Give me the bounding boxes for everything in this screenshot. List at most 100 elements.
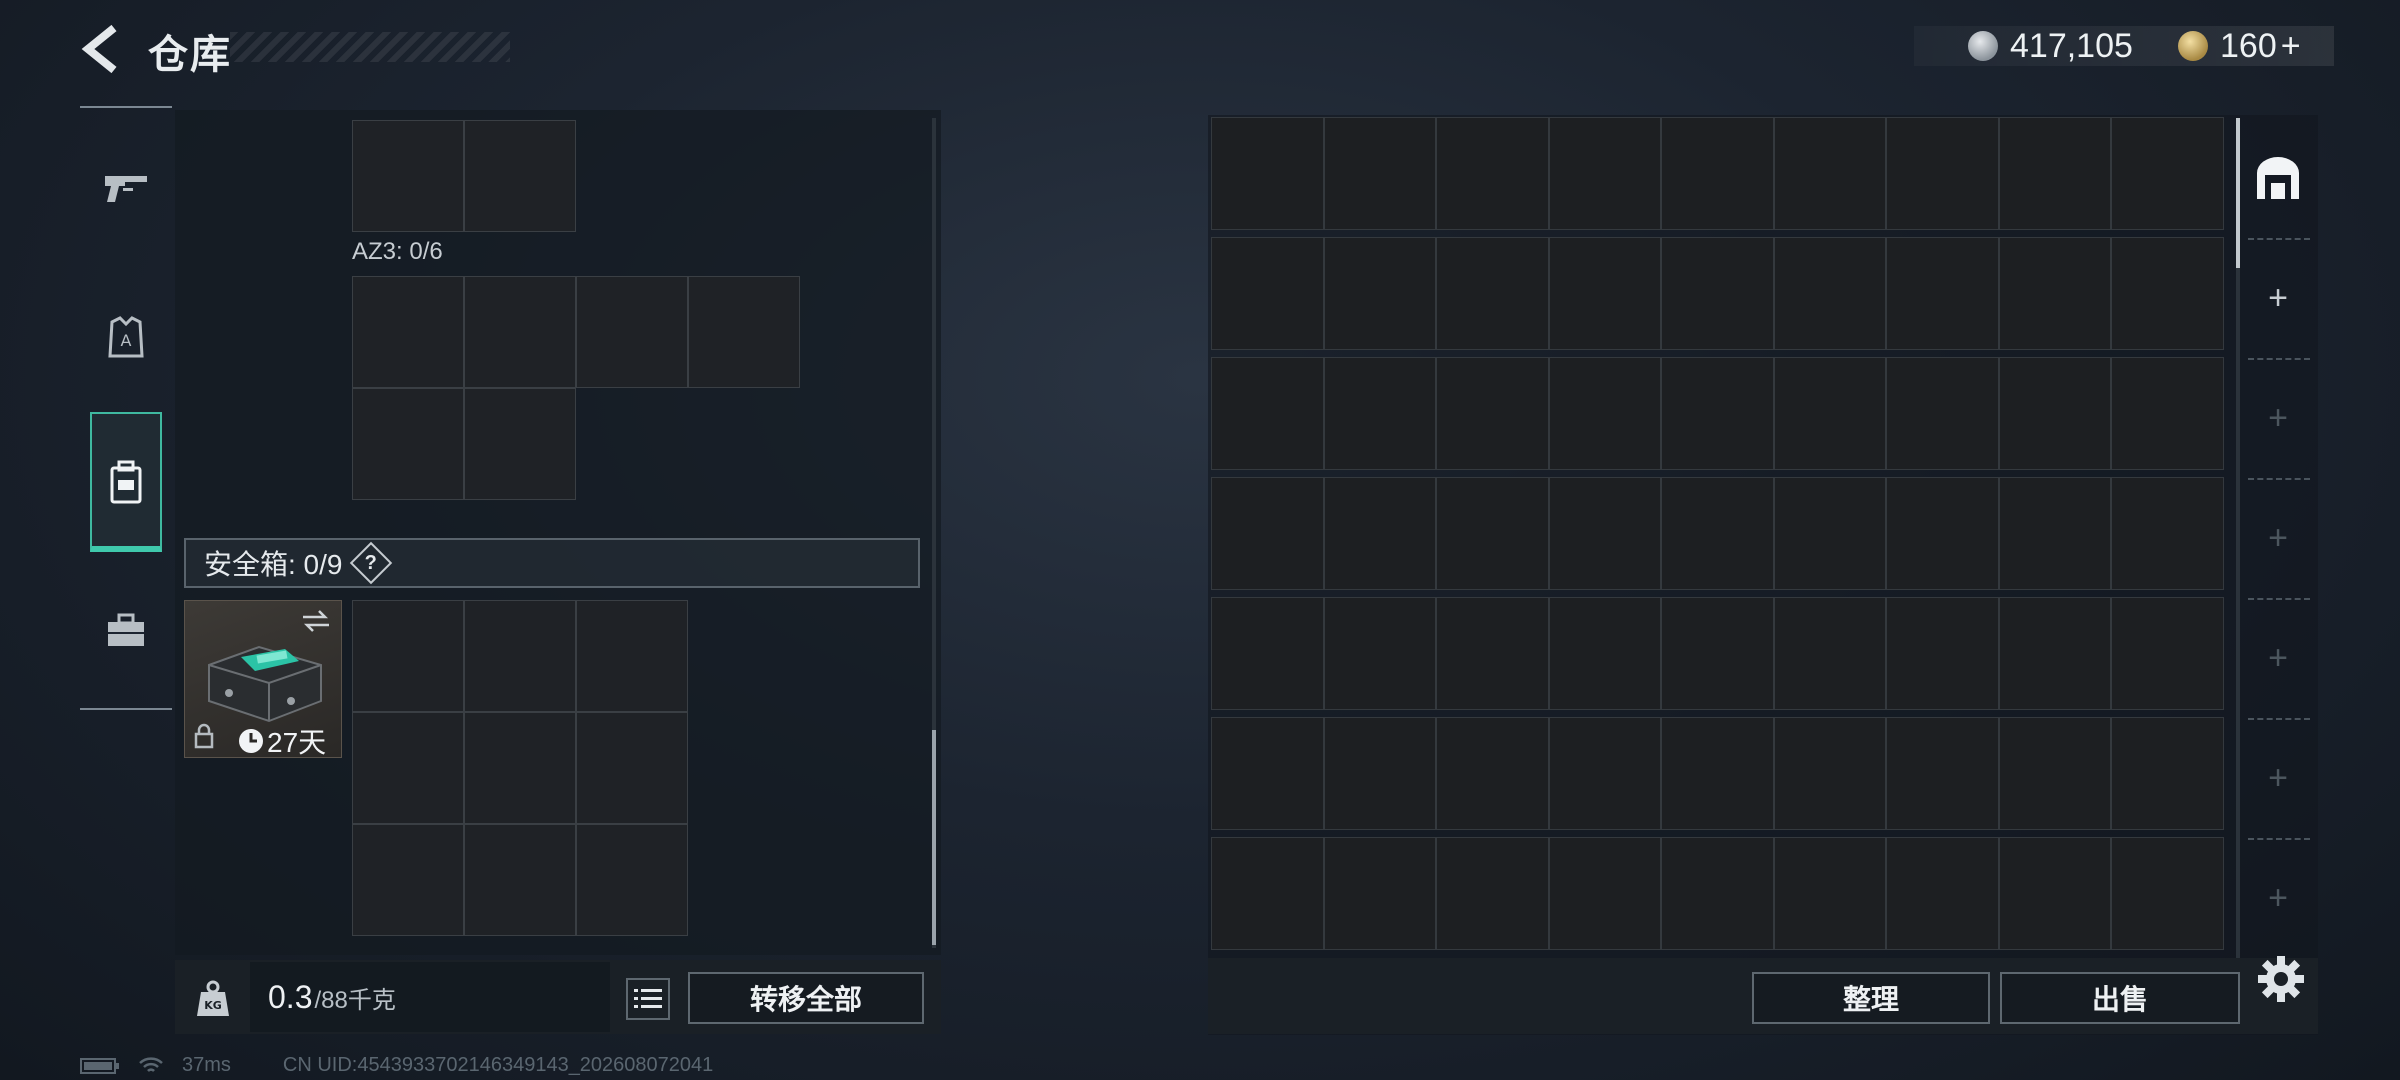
grid-cell[interactable]: [352, 712, 464, 824]
stash-grid-cell[interactable]: [2111, 237, 2224, 350]
stash-grid-cell[interactable]: [2111, 837, 2224, 950]
stash-grid-cell[interactable]: [1886, 717, 1999, 830]
stash-grid-cell[interactable]: [1548, 837, 1661, 950]
stash-grid-cell[interactable]: [1548, 717, 1661, 830]
warehouse-icon: [2257, 157, 2299, 199]
stash-grid-cell[interactable]: [1886, 837, 1999, 950]
stash-grid-cell[interactable]: [1773, 837, 1886, 950]
stash-grid-cell[interactable]: [1998, 477, 2111, 590]
nav-weapon-tab[interactable]: [90, 148, 162, 228]
transfer-all-button[interactable]: 转移全部: [688, 972, 924, 1024]
stash-grid-cell[interactable]: [1773, 237, 1886, 350]
stash-grid-cell[interactable]: [2111, 117, 2224, 230]
stash-grid-cell[interactable]: [1998, 837, 2111, 950]
stash-grid-cell[interactable]: [1323, 717, 1436, 830]
stash-grid-cell[interactable]: [2111, 597, 2224, 710]
stash-grid-cell[interactable]: [1548, 477, 1661, 590]
sort-button[interactable]: 整理: [1752, 972, 1990, 1024]
stash-grid-cell[interactable]: [1323, 477, 1436, 590]
stash-grid-cell[interactable]: [1886, 357, 1999, 470]
stash-grid-cell[interactable]: [1211, 597, 1324, 710]
grid-cell[interactable]: [464, 388, 576, 500]
stash-grid-cell[interactable]: [1323, 237, 1436, 350]
stash-grid-cell[interactable]: [1886, 597, 1999, 710]
nav-case-tab[interactable]: [90, 590, 162, 670]
stash-grid-cell[interactable]: [1661, 357, 1774, 470]
stash-grid-cell[interactable]: [1323, 357, 1436, 470]
stash-grid-cell[interactable]: [1323, 597, 1436, 710]
stash-page-tab-main[interactable]: [2245, 138, 2311, 218]
nav-armor-tab[interactable]: A: [90, 298, 162, 378]
stash-grid-cell[interactable]: [1661, 837, 1774, 950]
stash-grid-cell[interactable]: [1548, 237, 1661, 350]
stash-grid-cell[interactable]: [1211, 477, 1324, 590]
back-button[interactable]: [78, 22, 122, 76]
stash-grid-cell[interactable]: [1998, 717, 2111, 830]
grid-cell[interactable]: [464, 824, 576, 936]
stash-grid-cell[interactable]: [1211, 117, 1324, 230]
grid-cell[interactable]: [688, 276, 800, 388]
stash-grid-cell[interactable]: [1436, 117, 1549, 230]
stash-grid-cell[interactable]: [1436, 477, 1549, 590]
add-gold-icon[interactable]: +: [2281, 27, 2301, 66]
grid-cell[interactable]: [576, 276, 688, 388]
stash-grid-cell[interactable]: [1436, 717, 1549, 830]
grid-cell[interactable]: [352, 120, 464, 232]
stash-grid-cell[interactable]: [2111, 717, 2224, 830]
safe-case-item[interactable]: 27天: [184, 600, 342, 758]
stash-grid-cell[interactable]: [1661, 597, 1774, 710]
grid-cell[interactable]: [464, 120, 576, 232]
stash-grid-cell[interactable]: [1548, 597, 1661, 710]
stash-grid-cell[interactable]: [1998, 357, 2111, 470]
stash-grid-cell[interactable]: [1886, 237, 1999, 350]
grid-cell[interactable]: [464, 600, 576, 712]
grid-cell[interactable]: [352, 824, 464, 936]
stash-grid-cell[interactable]: [1436, 237, 1549, 350]
stash-grid-cell[interactable]: [1436, 357, 1549, 470]
grid-cell[interactable]: [576, 824, 688, 936]
stash-grid-cell[interactable]: [1323, 837, 1436, 950]
stash-grid-cell[interactable]: [1998, 117, 2111, 230]
stash-grid-cell[interactable]: [1998, 237, 2111, 350]
gold-currency[interactable]: 160 +: [2178, 26, 2301, 66]
grid-cell[interactable]: [576, 712, 688, 824]
stash-grid-cell[interactable]: [1773, 597, 1886, 710]
stash-grid-cell[interactable]: [1886, 477, 1999, 590]
stash-grid-cell[interactable]: [1773, 117, 1886, 230]
stash-grid-cell[interactable]: [1661, 237, 1774, 350]
stash-grid-cell[interactable]: [1773, 477, 1886, 590]
stash-grid-cell[interactable]: [1211, 717, 1324, 830]
stash-grid-cell[interactable]: [1661, 717, 1774, 830]
sell-button[interactable]: 出售: [2000, 972, 2240, 1024]
grid-cell[interactable]: [352, 600, 464, 712]
list-view-button[interactable]: [626, 978, 670, 1020]
stash-grid-cell[interactable]: [2111, 477, 2224, 590]
stash-grid-cell[interactable]: [1436, 837, 1549, 950]
add-stash-page-button[interactable]: +: [2245, 258, 2311, 338]
stash-grid-cell[interactable]: [1661, 477, 1774, 590]
stash-grid-cell[interactable]: [1323, 117, 1436, 230]
stash-grid-cell[interactable]: [1211, 357, 1324, 470]
grid-cell[interactable]: [352, 276, 464, 388]
grid-cell[interactable]: [464, 276, 576, 388]
stash-grid-cell[interactable]: [1886, 117, 1999, 230]
swap-icon[interactable]: [301, 609, 331, 633]
stash-grid-cell[interactable]: [1661, 117, 1774, 230]
stash-grid-cell[interactable]: [1998, 597, 2111, 710]
nav-backpack-tab[interactable]: [90, 412, 162, 552]
stash-grid-cell[interactable]: [1548, 117, 1661, 230]
stash-grid-cell[interactable]: [1548, 357, 1661, 470]
stash-grid-cell[interactable]: [1773, 717, 1886, 830]
stash-grid-cell[interactable]: [1773, 357, 1886, 470]
stash-scrollbar-thumb[interactable]: [2236, 118, 2240, 268]
stash-grid-cell[interactable]: [1436, 597, 1549, 710]
grid-cell[interactable]: [352, 388, 464, 500]
stash-grid-cell[interactable]: [1211, 237, 1324, 350]
grid-cell[interactable]: [576, 600, 688, 712]
grid-cell[interactable]: [464, 712, 576, 824]
help-icon[interactable]: ?: [350, 541, 393, 585]
stash-grid-cell[interactable]: [2111, 357, 2224, 470]
settings-button[interactable]: [2255, 953, 2307, 1005]
stash-grid-cell[interactable]: [1211, 837, 1324, 950]
left-scrollbar-thumb[interactable]: [932, 730, 936, 945]
